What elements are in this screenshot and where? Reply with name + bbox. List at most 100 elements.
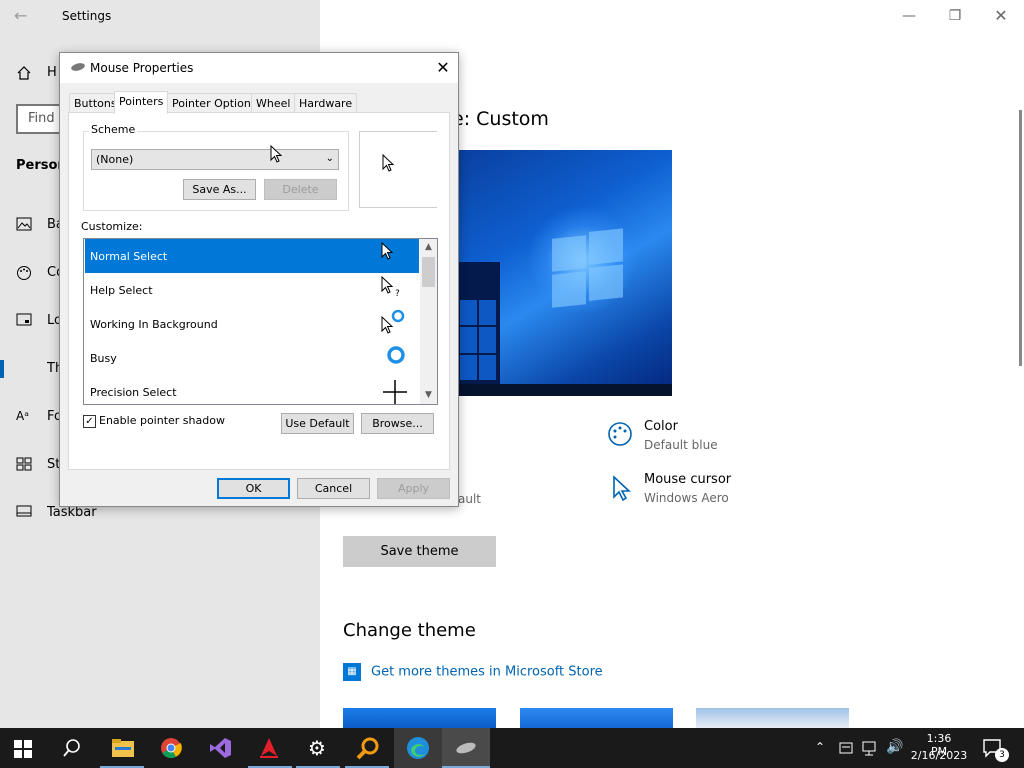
minimize-button[interactable]: —	[886, 4, 932, 28]
chevron-down-icon[interactable]: ▼	[420, 387, 437, 404]
arrow-cursor-icon	[381, 241, 405, 270]
app-red-icon[interactable]	[258, 736, 280, 760]
palette-icon	[16, 265, 34, 281]
list-scrollbar[interactable]: ▲ ▼	[420, 239, 437, 404]
settings-title: Settings	[62, 9, 112, 23]
chevron-up-icon[interactable]: ▲	[420, 239, 437, 256]
scheme-label: Scheme	[89, 123, 138, 136]
taskbar-edge-button[interactable]	[394, 728, 442, 768]
tab-pointers[interactable]: Pointers	[114, 91, 169, 114]
start-icon[interactable]	[14, 740, 32, 758]
chevron-down-icon: ⌄	[325, 153, 334, 164]
store-icon: ▦	[343, 663, 361, 681]
color-value: Default blue	[644, 438, 718, 452]
sidebar-item-label: Taskbar	[47, 505, 97, 520]
mouse-icon	[70, 62, 86, 74]
brush-icon	[16, 361, 34, 377]
tab-pointer-options[interactable]: Pointer Options	[167, 93, 262, 113]
start-icon	[16, 457, 34, 473]
arrow-cursor-icon	[382, 154, 395, 172]
list-item[interactable]: Precision Select	[85, 375, 419, 404]
dialog-titlebar: Mouse Properties ✕	[60, 53, 458, 83]
picture-icon	[16, 217, 34, 233]
lockscreen-icon	[16, 313, 34, 329]
scheme-dropdown[interactable]: (None) ⌄	[91, 149, 339, 170]
network-status-icon[interactable]	[838, 739, 856, 757]
settings-icon[interactable]: ⚙	[308, 738, 328, 758]
network-icon[interactable]	[862, 739, 880, 757]
chevron-up-icon[interactable]: ⌃	[815, 740, 825, 754]
pointers-tab-panel: (None) ⌄ Save As... Delete Scheme Custom…	[68, 112, 450, 470]
sidebar-item-label: H	[47, 65, 57, 80]
save-theme-button[interactable]: Save theme	[343, 536, 496, 567]
scheme-value: (None)	[96, 153, 134, 166]
store-link[interactable]: ▦ Get more themes in Microsoft Store	[343, 663, 603, 681]
font-icon: Aᵃ	[16, 409, 29, 423]
theme-preview-image	[452, 150, 672, 396]
search-icon[interactable]	[62, 738, 82, 758]
palette-icon	[607, 421, 633, 447]
apply-button[interactable]: Apply	[377, 478, 450, 499]
active-indicator	[0, 360, 4, 378]
pointer-list[interactable]: Normal Select Help Select ? Working In B…	[83, 238, 438, 405]
save-as-button[interactable]: Save As...	[183, 179, 256, 200]
back-arrow-icon[interactable]: ←	[14, 6, 34, 26]
enable-shadow-label[interactable]: Enable pointer shadow	[99, 414, 225, 427]
delete-button[interactable]: Delete	[264, 179, 337, 200]
file-explorer-icon[interactable]	[111, 738, 135, 758]
edge-icon	[406, 736, 430, 760]
clock-date[interactable]: 2/16/2023	[910, 749, 968, 762]
pointer-name: Help Select	[90, 284, 153, 297]
home-icon	[16, 65, 34, 81]
cursor-preview	[359, 131, 437, 208]
mouse-cursor-label: Mouse cursor	[644, 472, 732, 487]
busy-cursor-icon	[381, 344, 405, 372]
theme-heading: e: Custom	[452, 108, 549, 130]
search-placeholder: Find	[28, 111, 55, 126]
customize-label: Customize:	[81, 220, 143, 233]
mouse-cursor-value: Windows Aero	[644, 491, 729, 505]
chrome-icon[interactable]	[160, 737, 182, 759]
use-default-button[interactable]: Use Default	[281, 413, 354, 434]
close-icon[interactable]: ✕	[432, 57, 454, 79]
color-label: Color	[644, 419, 678, 434]
windows-logo-icon	[552, 228, 624, 309]
taskbar: ⚙ ⌃ 🔊 1:36 PM 2/16/2023 3	[0, 728, 1024, 768]
taskbar-icon	[16, 505, 34, 521]
volume-icon[interactable]: 🔊	[886, 739, 903, 755]
svg-text:?: ?	[395, 289, 400, 299]
cursor-icon	[607, 474, 633, 502]
list-item[interactable]: Normal Select	[85, 239, 419, 273]
restore-button[interactable]: ❐	[932, 4, 978, 28]
pointer-name: Working In Background	[90, 318, 218, 331]
main-scrollbar[interactable]	[1019, 110, 1022, 366]
pointer-name: Normal Select	[90, 250, 168, 263]
ok-button[interactable]: OK	[217, 478, 290, 499]
theme-thumbnail[interactable]	[343, 708, 496, 728]
taskbar-mouse-button[interactable]	[442, 728, 490, 768]
list-item[interactable]: Working In Background	[85, 307, 419, 341]
cancel-button[interactable]: Cancel	[297, 478, 370, 499]
notification-badge: 3	[995, 748, 1009, 762]
browse-button[interactable]: Browse...	[361, 413, 434, 434]
mouse-icon	[454, 740, 478, 756]
list-item[interactable]: Busy	[85, 341, 419, 375]
list-item[interactable]: Help Select ?	[85, 273, 419, 307]
close-button[interactable]: ✕	[978, 4, 1024, 28]
enable-shadow-checkbox[interactable]: ✓	[83, 415, 96, 428]
working-cursor-icon	[381, 309, 405, 338]
scroll-thumb[interactable]	[422, 257, 435, 287]
theme-thumbnail[interactable]	[696, 708, 849, 728]
mouse-properties-dialog: Mouse Properties ✕ Buttons Pointers Poin…	[59, 52, 459, 507]
partial-text: ault	[458, 492, 481, 506]
magnifier-icon[interactable]	[356, 737, 380, 761]
settings-titlebar: ← Settings	[0, 0, 1024, 32]
visual-studio-icon[interactable]	[208, 737, 232, 759]
scheme-group: (None) ⌄ Save As... Delete	[83, 131, 349, 211]
tab-wheel[interactable]: Wheel	[251, 93, 296, 113]
crosshair-icon	[381, 378, 407, 404]
store-link-label[interactable]: Get more themes in Microsoft Store	[371, 665, 603, 680]
theme-thumbnail[interactable]	[520, 708, 673, 728]
tab-hardware[interactable]: Hardware	[294, 93, 358, 113]
help-cursor-icon: ?	[381, 275, 405, 304]
